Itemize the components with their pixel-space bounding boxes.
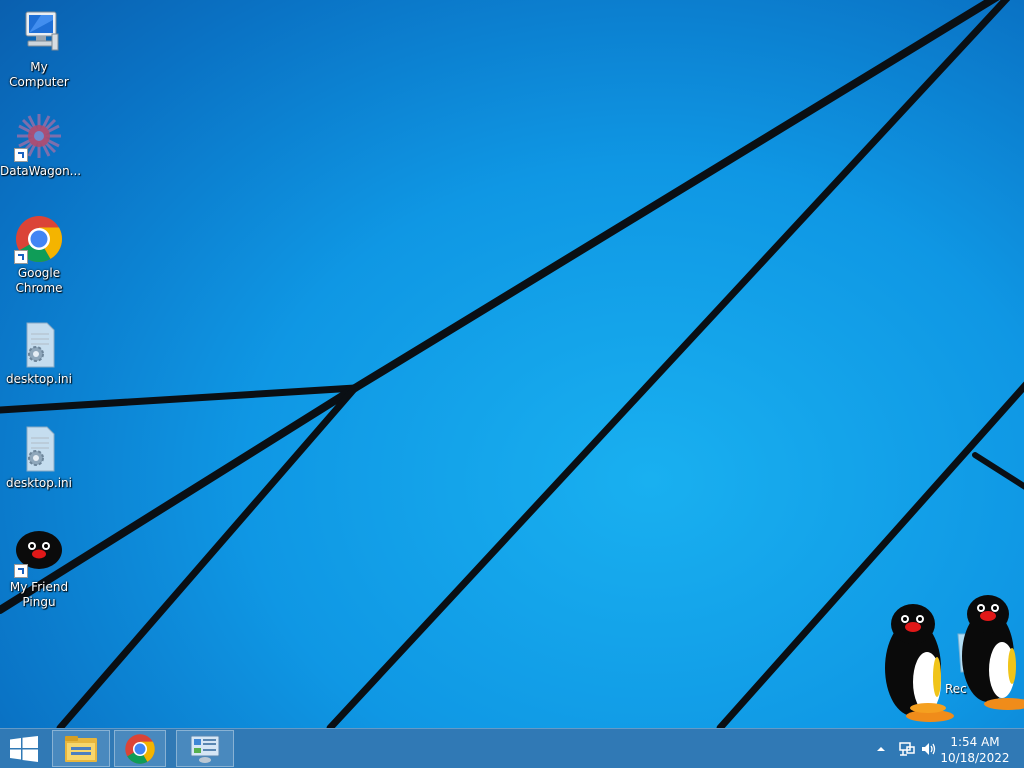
icon-label: desktop.ini (6, 372, 72, 386)
shortcut-arrow-icon (14, 564, 28, 578)
shortcut-arrow-icon (14, 148, 28, 162)
wallpaper (0, 0, 1024, 728)
clock-date: 10/18/2022 (940, 751, 1010, 765)
shortcut-arrow-icon (14, 250, 28, 264)
taskbar: 1:54 AM 10/18/2022 (0, 728, 1024, 768)
desktop-icon-my-computer[interactable]: My Computer (0, 8, 78, 90)
settings-file-icon (14, 320, 64, 370)
show-hidden-icons-icon[interactable] (876, 745, 886, 753)
start-button[interactable] (0, 730, 48, 767)
windows-logo-icon (10, 736, 38, 762)
volume-icon[interactable] (920, 741, 938, 757)
chrome-icon (125, 734, 155, 764)
desktop-icon-datawagon[interactable]: DataWagon... (0, 112, 82, 179)
control-panel-icon (190, 735, 220, 763)
icon-label: DataWagon... (0, 164, 82, 178)
icon-label: desktop.ini (6, 476, 72, 490)
clock-time: 1:54 AM (950, 735, 1000, 749)
icon-label: My Computer (9, 60, 69, 89)
desktop-icon-desktop-ini-2[interactable]: desktop.ini (0, 424, 78, 491)
datawagon-gear-icon (14, 112, 64, 162)
chrome-icon (14, 214, 64, 264)
pingu-icon (14, 528, 64, 578)
taskbar-control-panel[interactable] (176, 730, 234, 767)
taskbar-chrome[interactable] (114, 730, 166, 767)
pingu-pet-left[interactable] (880, 602, 960, 728)
desktop-icon-desktop-ini[interactable]: desktop.ini (0, 320, 78, 387)
icon-label: My Friend Pingu (9, 580, 69, 609)
icon-label: Google Chrome (15, 266, 63, 295)
file-explorer-icon (65, 736, 97, 762)
clock[interactable]: 1:54 AM 10/18/2022 (940, 734, 1010, 766)
pingu-pet-right[interactable] (958, 592, 1024, 716)
settings-file-icon (14, 424, 64, 474)
taskbar-file-explorer[interactable] (52, 730, 110, 767)
system-tray (870, 729, 940, 769)
desktop-icon-google-chrome[interactable]: Google Chrome (0, 214, 78, 296)
desktop-icon-my-friend-pingu[interactable]: My Friend Pingu (0, 528, 78, 610)
desktop[interactable]: My Computer DataWagon... Google Chrome d… (0, 0, 1024, 728)
network-icon[interactable] (898, 741, 916, 757)
computer-icon (14, 8, 64, 58)
